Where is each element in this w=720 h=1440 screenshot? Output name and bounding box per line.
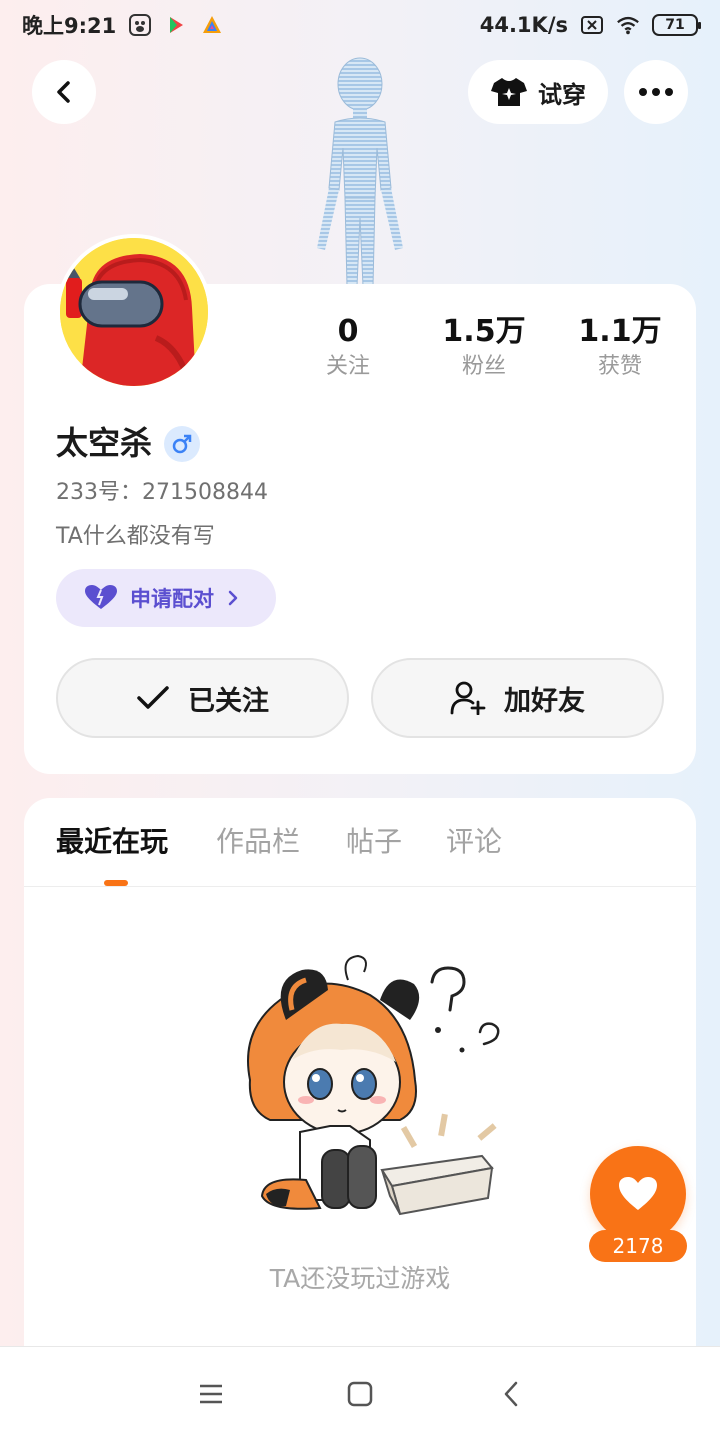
try-on-label: 试穿 — [538, 80, 586, 109]
like-count: 2178 — [589, 1230, 687, 1262]
add-user-icon — [450, 681, 486, 715]
network-speed: 44.1K/s — [479, 13, 568, 37]
stat-following[interactable]: 0 关注 — [288, 312, 408, 382]
hologram-avatar-figure[interactable] — [295, 48, 425, 288]
user-bio: TA什么都没有写 — [56, 524, 215, 549]
fans-count: 1.5万 — [442, 314, 526, 349]
status-bar: 晚上9:21 44.1K/s 71 — [0, 0, 720, 50]
heart-icon — [619, 1177, 657, 1210]
tab-comments[interactable]: 评论 — [446, 822, 502, 862]
user-id: 233号：271508844 — [56, 480, 268, 505]
chevron-left-icon — [57, 81, 70, 103]
nav-menu-button[interactable] — [186, 1369, 236, 1419]
home-square-icon — [347, 1381, 373, 1407]
tabs-divider — [24, 886, 696, 887]
followed-button[interactable]: 已关注 — [56, 658, 349, 738]
back-button[interactable] — [32, 60, 96, 124]
nav-back-button[interactable] — [486, 1369, 536, 1419]
male-gender-icon — [164, 426, 200, 462]
tab-recently-played[interactable]: 最近在玩 — [56, 822, 168, 862]
baidu-app-icon — [128, 13, 152, 37]
tab-posts[interactable]: 帖子 — [346, 822, 402, 862]
stat-fans[interactable]: 1.5万 粉丝 — [424, 312, 544, 382]
checkmark-icon — [137, 686, 169, 709]
nav-home-button[interactable] — [335, 1369, 385, 1419]
like-button[interactable] — [590, 1146, 686, 1242]
play-store-icon — [164, 13, 188, 37]
avatar[interactable] — [56, 234, 212, 390]
following-label: 关注 — [325, 354, 370, 379]
more-button[interactable] — [624, 60, 688, 124]
followed-label: 已关注 — [188, 685, 269, 717]
more-dots-icon — [639, 88, 673, 96]
likes-received-count: 1.1万 — [578, 314, 662, 349]
tab-works[interactable]: 作品栏 — [216, 822, 300, 862]
sim-disabled-icon — [580, 13, 604, 37]
chevron-right-icon — [228, 590, 238, 606]
user-name: 太空杀 — [56, 424, 153, 462]
app-store-a-icon — [200, 13, 224, 37]
empty-state-text: TA还没玩过游戏 — [269, 1264, 451, 1293]
tshirt-icon — [491, 78, 527, 106]
empty-state-illustration — [230, 950, 520, 1220]
fans-label: 粉丝 — [461, 354, 506, 379]
wifi-icon — [616, 13, 640, 37]
add-friend-label: 加好友 — [504, 685, 585, 717]
menu-icon — [200, 1384, 222, 1404]
battery-indicator: 71 — [652, 14, 701, 36]
likes-received-label: 获赞 — [597, 354, 642, 379]
add-friend-button[interactable]: 加好友 — [371, 658, 664, 738]
following-count: 0 — [337, 314, 359, 349]
apply-pair-label: 申请配对 — [130, 587, 214, 611]
system-nav-bar — [0, 1346, 720, 1440]
stat-likes[interactable]: 1.1万 获赞 — [560, 312, 680, 382]
heart-pair-icon — [85, 585, 117, 609]
apply-pair-button[interactable]: 申请配对 — [56, 569, 276, 627]
try-on-button[interactable]: 试穿 — [468, 60, 608, 124]
status-time: 晚上9:21 — [22, 14, 117, 38]
nav-back-icon — [504, 1381, 518, 1407]
